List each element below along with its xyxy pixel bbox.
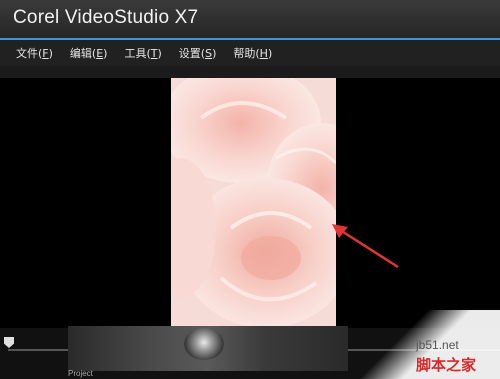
watermark-text: 脚本之家	[416, 356, 477, 374]
menu-edit[interactable]: 编辑(E)	[70, 45, 108, 61]
menu-settings[interactable]: 设置(S)	[179, 45, 217, 61]
window-title: Corel VideoStudio X7	[13, 7, 199, 28]
project-label: Project	[68, 369, 93, 378]
pointer-arrow-icon	[332, 224, 399, 269]
timeline-thumbnail-highlight	[184, 328, 224, 360]
title-bar: Corel VideoStudio X7	[0, 0, 500, 38]
preview-frame-rose-image	[171, 78, 336, 328]
menu-file[interactable]: 文件(F)	[16, 45, 53, 61]
watermark-site: jb51.net	[416, 338, 459, 352]
menu-help[interactable]: 帮助(H)	[233, 45, 272, 61]
menu-tools[interactable]: 工具(T)	[124, 45, 161, 61]
menu-bar: 文件(F) 编辑(E) 工具(T) 设置(S) 帮助(H)	[0, 40, 500, 66]
